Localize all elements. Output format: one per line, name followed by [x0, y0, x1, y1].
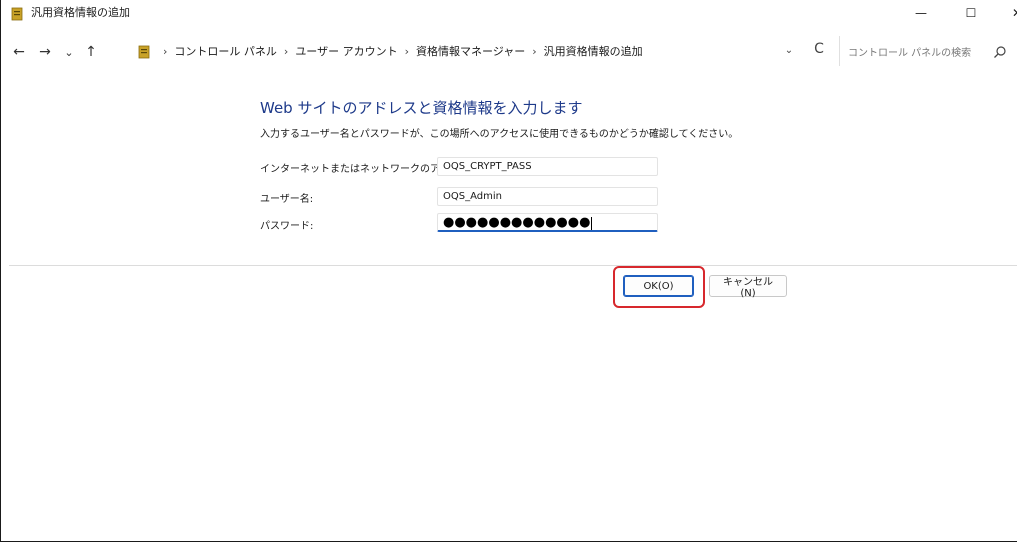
arrow-right-icon: → — [39, 44, 51, 60]
maximize-icon: ☐ — [965, 6, 977, 20]
arrow-up-icon: ↑ — [85, 44, 97, 60]
breadcrumb-credential-manager[interactable]: 資格情報マネージャー — [416, 43, 525, 59]
credential-manager-icon — [11, 6, 23, 21]
address-field[interactable]: OQS_CRYPT_PASS — [437, 157, 658, 176]
breadcrumb-separator[interactable]: › — [532, 45, 536, 58]
breadcrumb-separator: › — [163, 44, 168, 58]
control-panel-icon — [138, 44, 150, 59]
close-button[interactable]: ✕ — [997, 0, 1017, 26]
close-icon: ✕ — [1012, 6, 1017, 20]
breadcrumb-control-panel[interactable]: コントロール パネル — [174, 43, 277, 59]
username-field[interactable]: OQS_Admin — [437, 187, 658, 206]
recent-locations-button[interactable]: ⌄ — [59, 42, 79, 62]
search-input[interactable]: コントロール パネルの検索 — [839, 36, 1015, 66]
maximize-button[interactable]: ☐ — [951, 0, 991, 26]
up-button[interactable]: ↑ — [81, 42, 101, 62]
title-bar: 汎用資格情報の追加 — ☐ ✕ — [1, 0, 1017, 26]
arrow-left-icon: ← — [13, 44, 25, 60]
page-description: 入力するユーザー名とパスワードが、この場所へのアクセスに使用できるものかどうか確… — [260, 129, 739, 140]
address-bar[interactable]: › コントロール パネル › ユーザー アカウント › 資格情報マネージャー ›… — [132, 36, 832, 66]
ok-button[interactable]: OK(O) — [623, 275, 694, 297]
back-button[interactable]: ← — [9, 42, 29, 62]
chevron-down-icon: ⌄ — [784, 44, 794, 56]
search-icon — [993, 44, 1007, 58]
credential-window: 汎用資格情報の追加 — ☐ ✕ ← → ⌄ ↑ — [0, 0, 1017, 542]
cancel-button[interactable]: キャンセル(N) — [709, 275, 787, 299]
page-title: Web サイトのアドレスと資格情報を入力します — [260, 99, 583, 117]
window-title: 汎用資格情報の追加 — [31, 6, 130, 19]
refresh-button[interactable]: C — [809, 39, 829, 59]
breadcrumb-user-accounts[interactable]: ユーザー アカウント — [295, 43, 397, 59]
password-value: ●●●●●●●●●●●●● — [443, 215, 591, 230]
text-caret — [591, 216, 593, 230]
forward-button[interactable]: → — [35, 42, 55, 62]
search-placeholder: コントロール パネルの検索 — [848, 47, 972, 59]
address-history-button[interactable]: ⌄ — [781, 42, 797, 58]
navigation-bar: ← → ⌄ ↑ › コントロール パネル › ユーザー アカウント › 資格情報 — [1, 30, 1017, 70]
divider — [9, 265, 1017, 266]
username-label: ユーザー名: — [260, 194, 314, 205]
password-label: パスワード: — [260, 221, 314, 232]
minimize-button[interactable]: — — [901, 0, 941, 26]
password-field[interactable]: ●●●●●●●●●●●●● — [437, 213, 658, 232]
minimize-icon: — — [915, 6, 927, 20]
chevron-down-icon: ⌄ — [64, 45, 74, 59]
breadcrumb-separator[interactable]: › — [405, 45, 409, 58]
refresh-icon: C — [814, 41, 824, 57]
breadcrumb-separator[interactable]: › — [284, 45, 288, 58]
breadcrumb-add-generic-credential[interactable]: 汎用資格情報の追加 — [544, 43, 643, 59]
